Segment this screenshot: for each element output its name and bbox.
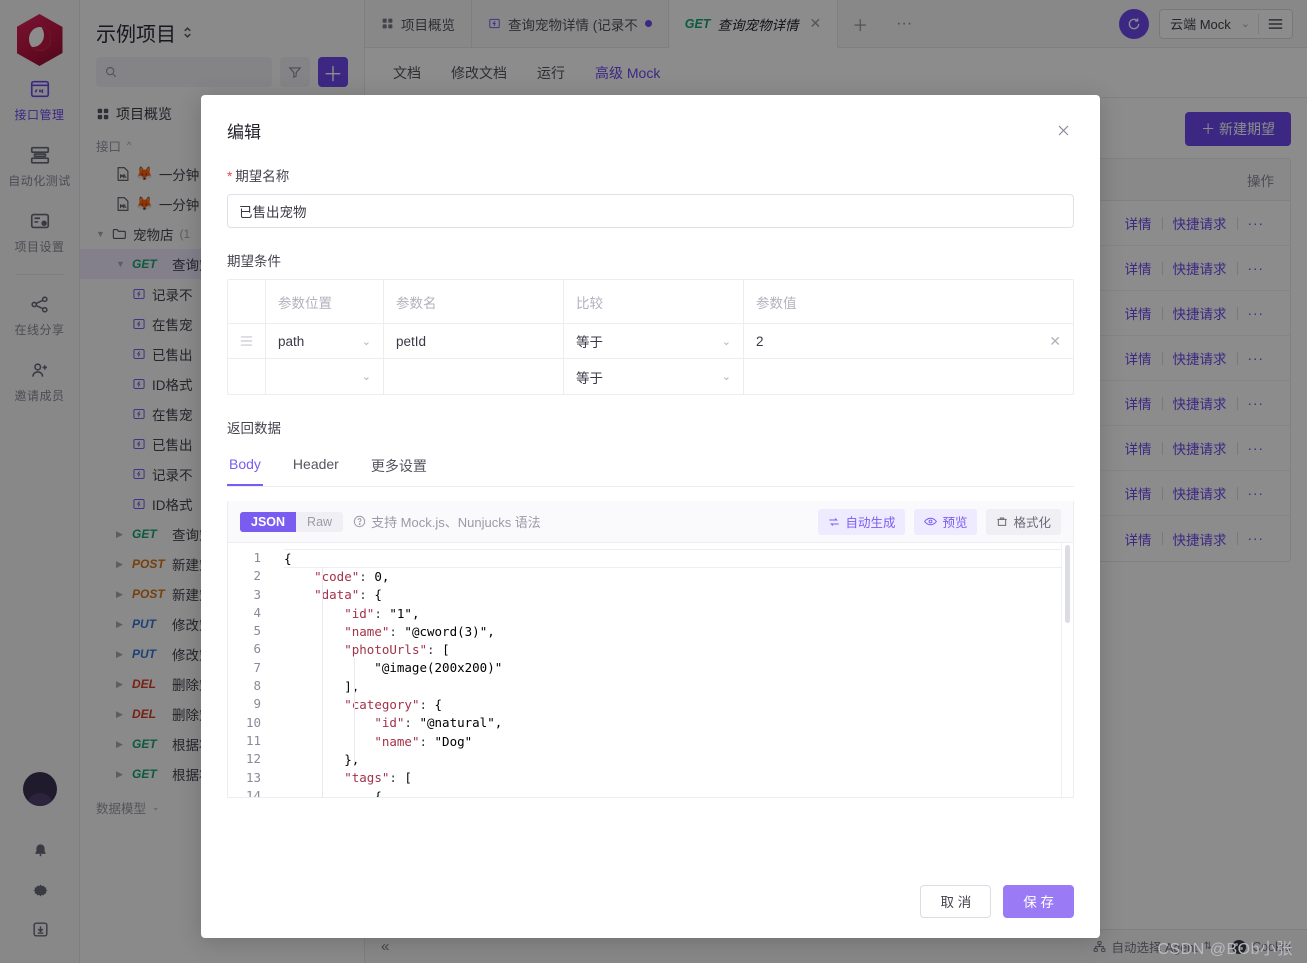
code-line: "photoUrls": [ [344, 642, 450, 658]
tab-body[interactable]: Body [227, 447, 263, 486]
field-label-text: 期望名称 [235, 169, 290, 184]
preview-button[interactable]: 预览 [914, 508, 978, 535]
expect-name-label: * 期望名称 [227, 165, 1074, 185]
code-line: "id": "@natural", [374, 715, 503, 731]
param-position-value: path [278, 333, 305, 349]
modal-footer: 取 消 保 存 [201, 864, 1100, 938]
auto-generate-label: 自动生成 [845, 516, 896, 530]
auto-generate-icon [828, 516, 840, 528]
param-name-value: petId [396, 333, 427, 349]
edit-expectation-modal: 编辑 *期望名称 期望条件 参数位置 参数名 比较 参数值 [201, 95, 1100, 938]
compare-value: 等于 [576, 370, 603, 386]
param-name-input[interactable]: petId [384, 324, 564, 358]
tab-more-settings[interactable]: 更多设置 [369, 447, 429, 486]
line-number: 4 [253, 604, 261, 620]
preview-label: 预览 [942, 516, 968, 530]
conditions-label: 期望条件 [227, 254, 281, 269]
param-name-input[interactable] [384, 359, 564, 394]
column-header-value: 参数值 [756, 295, 797, 311]
line-number: 11 [245, 732, 261, 748]
code-line: "category": { [344, 697, 443, 713]
drag-handle-placeholder [228, 359, 266, 394]
line-number: 12 [245, 751, 261, 767]
modal-title: 编辑 [227, 122, 261, 142]
line-number: 6 [253, 641, 261, 657]
syntax-hint-text: 支持 Mock.js、Nunjucks 语法 [371, 515, 541, 530]
code-line: { [284, 788, 382, 797]
drag-handle-icon[interactable] [228, 324, 266, 358]
code-line: ], [344, 678, 360, 694]
conditions-table: 参数位置 参数名 比较 参数值 path ⌄ petId 等于 ⌄ 2 ✕ ⌄ … [227, 279, 1074, 395]
param-value: 2 [756, 333, 764, 349]
line-number: 3 [253, 586, 261, 602]
editor-actions: 自动生成 预览 格式化 [818, 508, 1061, 535]
line-number: 10 [245, 714, 261, 730]
code-line: "code": 0, [314, 569, 390, 584]
line-number: 8 [253, 678, 261, 694]
format-raw-button[interactable]: Raw [296, 511, 344, 532]
format-toggle: JSON Raw [240, 511, 344, 532]
cancel-button[interactable]: 取 消 [920, 884, 992, 918]
line-number: 9 [253, 696, 261, 712]
code-line: "id": "1", [344, 605, 420, 621]
compare-select[interactable]: 等于 ⌄ [564, 324, 744, 358]
line-number: 1 [253, 550, 261, 565]
scrollbar-thumb[interactable] [1065, 545, 1070, 623]
line-number: 14 [245, 787, 261, 797]
format-button[interactable]: 格式化 [986, 508, 1061, 535]
auto-generate-button[interactable]: 自动生成 [818, 508, 906, 535]
required-marker: * [227, 169, 233, 184]
remove-condition-icon[interactable]: ✕ [1049, 333, 1061, 350]
syntax-hint: 支持 Mock.js、Nunjucks 语法 [353, 512, 541, 531]
response-body-editor: JSON Raw 支持 Mock.js、Nunjucks 语法 自动生成 预览 … [227, 501, 1074, 798]
modal-header: 编辑 [201, 95, 1100, 165]
chevron-down-icon: ⌄ [361, 335, 371, 348]
code-line: "data": { [314, 587, 382, 603]
code-line: "name": "@cword(3)", [344, 623, 495, 639]
param-value-input[interactable]: 2 ✕ [744, 324, 1073, 358]
line-number: 2 [253, 568, 261, 584]
line-number: 13 [245, 769, 261, 785]
response-label: 返回数据 [227, 421, 281, 436]
chevron-down-icon: ⌄ [721, 335, 731, 348]
code-scrollbar[interactable] [1061, 543, 1073, 797]
format-json-button[interactable]: JSON [240, 511, 297, 532]
param-value-input[interactable] [744, 359, 1073, 394]
tab-header[interactable]: Header [291, 447, 341, 486]
line-number: 5 [253, 623, 261, 639]
code-line: "tags": [ [344, 770, 412, 786]
code-editor[interactable]: 1 2 3 4 5 6 7 8 9 10 11 12 13 14 {"code… [228, 543, 1073, 797]
code-line: }, [344, 751, 360, 767]
param-position-select[interactable]: ⌄ [266, 359, 384, 394]
condition-row-empty[interactable]: ⌄ 等于 ⌄ [228, 359, 1073, 394]
code-line: "@image(200x200)" [284, 660, 503, 676]
column-header-position: 参数位置 [266, 280, 384, 323]
code-fold-gutter[interactable] [270, 543, 284, 797]
column-header-name: 参数名 [384, 280, 564, 323]
close-icon[interactable] [1052, 119, 1074, 141]
condition-row[interactable]: path ⌄ petId 等于 ⌄ 2 ✕ [228, 324, 1073, 359]
line-numbers: 1 2 3 4 5 6 7 8 9 10 11 12 13 14 [228, 543, 270, 797]
compare-select[interactable]: 等于 ⌄ [564, 359, 744, 394]
column-header-drag [228, 280, 266, 323]
param-position-select[interactable]: path ⌄ [266, 324, 384, 358]
column-header-compare: 比较 [564, 280, 744, 323]
response-tabs: Body Header 更多设置 [227, 447, 1074, 487]
code-line: "name": "Dog" [374, 733, 473, 749]
question-circle-icon [353, 515, 366, 528]
chevron-down-icon: ⌄ [721, 371, 731, 383]
format-label: 格式化 [1013, 516, 1051, 530]
line-number: 7 [253, 659, 261, 675]
save-button[interactable]: 保 存 [1003, 884, 1074, 918]
compare-value: 等于 [576, 335, 603, 350]
editor-toolbar: JSON Raw 支持 Mock.js、Nunjucks 语法 自动生成 预览 … [228, 501, 1073, 543]
code-lines: { "code": 0, "data": { "id": "1", "name"… [284, 543, 1073, 797]
format-icon [996, 516, 1008, 528]
expect-name-input[interactable] [227, 194, 1074, 228]
conditions-header-row: 参数位置 参数名 比较 参数值 [228, 280, 1073, 324]
eye-icon [924, 516, 938, 527]
modal-body: *期望名称 期望条件 参数位置 参数名 比较 参数值 path ⌄ [201, 165, 1100, 864]
code-line: { [284, 549, 1073, 568]
chevron-down-icon: ⌄ [361, 371, 371, 383]
